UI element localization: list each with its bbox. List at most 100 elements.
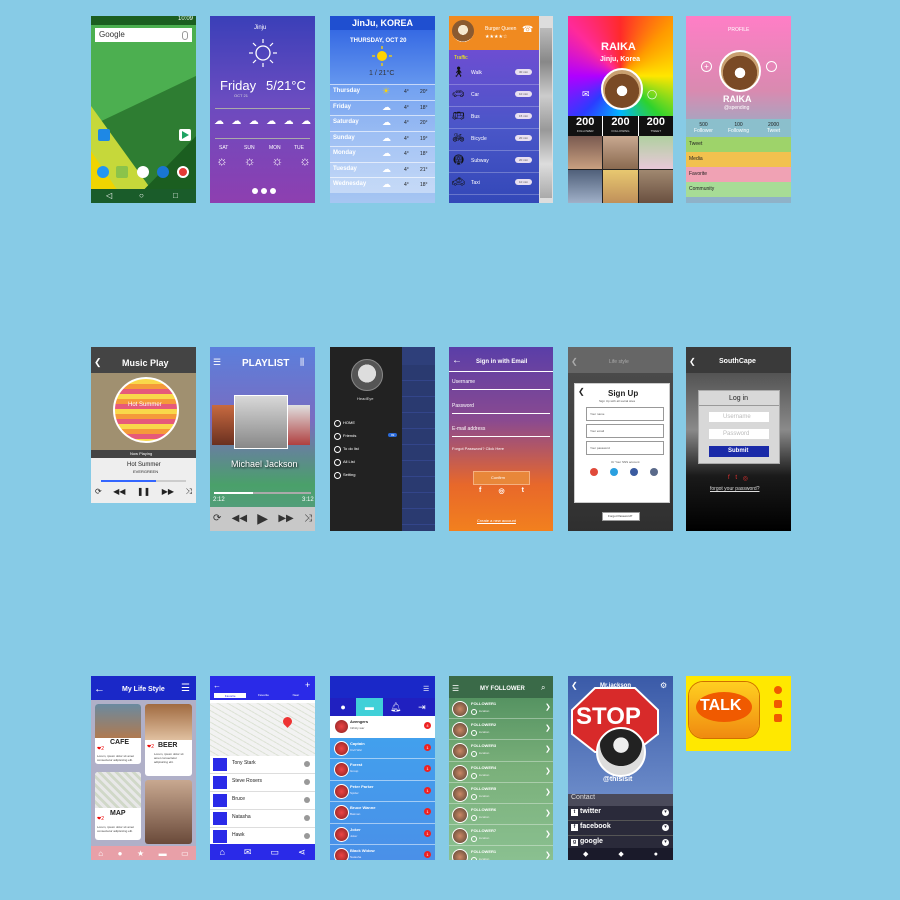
- apps-drawer-icon[interactable]: [137, 166, 149, 178]
- chat-row[interactable]: Joker Joker 1: [330, 824, 435, 845]
- follower-row[interactable]: FOLLOWER3 location ❯: [449, 740, 553, 762]
- email-field[interactable]: E-mail address: [452, 426, 485, 432]
- add-button[interactable]: +: [701, 61, 712, 72]
- cafe-card[interactable]: CAFE ❤2 Lorem, ipsum dolor sit amet cons…: [95, 704, 141, 764]
- previous-icon[interactable]: ◀◀: [232, 513, 247, 524]
- password-input[interactable]: Your password: [586, 441, 664, 455]
- browser-app-icon[interactable]: [157, 166, 169, 178]
- chat-icon[interactable]: ▭: [270, 847, 279, 858]
- contacts-icon[interactable]: [774, 714, 782, 722]
- tab-favorite-2[interactable]: Favorite: [247, 692, 280, 699]
- tab-notifications[interactable]: 🔔︎: [383, 698, 409, 716]
- confirm-button[interactable]: Confirm: [473, 471, 530, 485]
- tab-near[interactable]: Near: [279, 692, 312, 699]
- share-button[interactable]: [766, 61, 777, 72]
- follower-row[interactable]: FOLLOWER2 location ❯: [449, 719, 553, 741]
- forgot-password-link[interactable]: Forgot Password? Click Here: [452, 446, 504, 451]
- menu-community[interactable]: Community: [686, 182, 791, 197]
- chat-icon[interactable]: ◯: [647, 89, 657, 100]
- submit-button[interactable]: Submit: [709, 446, 769, 457]
- map-pin-icon[interactable]: [281, 715, 294, 728]
- menu-favorite[interactable]: Favorite: [686, 167, 791, 182]
- contact-row[interactable]: Bruce: [210, 792, 315, 810]
- back-arrow-icon[interactable]: ←: [452, 355, 462, 366]
- side-menu-item[interactable]: Friends 99: [330, 430, 402, 443]
- back-icon[interactable]: ❮: [571, 681, 578, 690]
- star-icon[interactable]: ★: [137, 849, 144, 858]
- chat-row[interactable]: Captain Civil War 1: [330, 738, 435, 759]
- contact-row[interactable]: Natasha: [210, 810, 315, 828]
- microphone-icon[interactable]: [182, 31, 188, 40]
- tab-chat[interactable]: ▬: [356, 698, 383, 716]
- dialog-back-icon[interactable]: ❮: [578, 387, 585, 396]
- menu-icon[interactable]: ☰: [423, 685, 429, 693]
- side-menu-item[interactable]: Setting: [330, 469, 402, 482]
- chat-row[interactable]: Forest Group 1: [330, 759, 435, 781]
- play-icon[interactable]: ▶: [257, 510, 268, 527]
- facebook-icon[interactable]: f: [479, 487, 481, 495]
- seek-bar[interactable]: [214, 492, 311, 494]
- menu-icon[interactable]: ☰: [452, 684, 459, 693]
- rewind-icon[interactable]: ◀◀: [113, 487, 125, 497]
- create-account-link[interactable]: Create a new account: [477, 518, 516, 523]
- traffic-row[interactable]: 🚲︎ Bicycle 20 min: [449, 129, 539, 151]
- email-input[interactable]: Your email: [586, 424, 664, 438]
- traffic-row[interactable]: 🚌︎ Bus 15 min: [449, 107, 539, 129]
- password-field[interactable]: Password: [452, 403, 474, 409]
- search-icon[interactable]: ⌕: [541, 683, 545, 693]
- back-icon[interactable]: ❮: [689, 357, 696, 366]
- beer-card[interactable]: BEER ❤2 Lorem, ipsum dolor sit amet cons…: [145, 704, 192, 776]
- back-arrow-icon[interactable]: ←: [213, 681, 221, 690]
- repeat-icon[interactable]: ⟳: [95, 487, 102, 497]
- chat-icon[interactable]: ▬: [159, 849, 167, 858]
- play-store-icon[interactable]: [179, 129, 191, 141]
- mail-icon[interactable]: ✉: [244, 847, 252, 858]
- home-icon[interactable]: ⌂: [219, 847, 224, 857]
- menu-media[interactable]: Media: [686, 152, 791, 167]
- stat-following[interactable]: 200 FOLLOWING: [602, 116, 637, 136]
- add-icon[interactable]: +: [305, 680, 310, 690]
- follower-row[interactable]: FOLLOWER5 location ❯: [449, 783, 553, 804]
- google-search-bar[interactable]: Google: [95, 28, 192, 42]
- follower-row[interactable]: FOLLOWER1 location ❯: [449, 846, 553, 860]
- stat-tweet[interactable]: 200 TWEET: [637, 116, 673, 136]
- camera-app-icon[interactable]: [177, 166, 189, 178]
- twitter-icon[interactable]: t: [522, 487, 524, 495]
- back-arrow-icon[interactable]: ←: [94, 683, 105, 695]
- page-dot-3[interactable]: [270, 188, 276, 194]
- traffic-row[interactable]: 🚗︎ Car 10 min: [449, 85, 539, 107]
- username-input[interactable]: Username: [709, 412, 769, 422]
- home-icon[interactable]: ⌂: [98, 849, 103, 858]
- contact-link-facebook[interactable]: f facebook ▾: [568, 821, 673, 836]
- forward-icon[interactable]: ▶▶: [162, 487, 174, 497]
- chat-list-icon[interactable]: [774, 686, 782, 694]
- stat-follower[interactable]: 500 Follower: [686, 119, 721, 137]
- traffic-row[interactable]: 🚕︎ Taxi 10 min: [449, 173, 539, 195]
- side-menu-item[interactable]: All List: [330, 456, 402, 469]
- talk-logo[interactable]: TALK: [689, 682, 759, 738]
- equalizer-icon[interactable]: ⫼: [300, 357, 304, 368]
- page-dot-2[interactable]: [261, 188, 267, 194]
- contact-link-twitter[interactable]: t twitter ▾: [568, 806, 673, 821]
- chat-row[interactable]: Black Widow Natasha 1: [330, 845, 435, 860]
- messages-app-icon[interactable]: [116, 166, 128, 178]
- recents-nav-icon[interactable]: □: [173, 191, 178, 200]
- username-field[interactable]: Username: [452, 379, 475, 385]
- chat-row[interactable]: Bruce Wanne Batman 1: [330, 802, 435, 824]
- folder-icon[interactable]: [774, 700, 782, 708]
- page-dot-1[interactable]: [252, 188, 258, 194]
- contact-row[interactable]: Steve Rosers: [210, 774, 315, 792]
- tab-exit[interactable]: ⇥: [409, 698, 435, 716]
- name-input[interactable]: Your name: [586, 407, 664, 421]
- stat-following[interactable]: 100 Following: [721, 119, 756, 137]
- traffic-row[interactable]: 🚇︎ Subway 20 min: [449, 151, 539, 173]
- side-menu-item[interactable]: To do list: [330, 443, 402, 456]
- follower-row[interactable]: FOLLOWER1 location ❯: [449, 698, 553, 720]
- instagram-icon[interactable]: ◎: [498, 487, 504, 495]
- stat-tweet[interactable]: 2000 Tweet: [756, 119, 791, 137]
- contacts-app-icon[interactable]: [98, 129, 110, 141]
- map-view[interactable]: [210, 703, 315, 756]
- mail-icon[interactable]: ✉: [582, 89, 590, 100]
- tab-favorite[interactable]: Favorite: [213, 692, 248, 699]
- back-nav-icon[interactable]: ◁: [106, 191, 112, 200]
